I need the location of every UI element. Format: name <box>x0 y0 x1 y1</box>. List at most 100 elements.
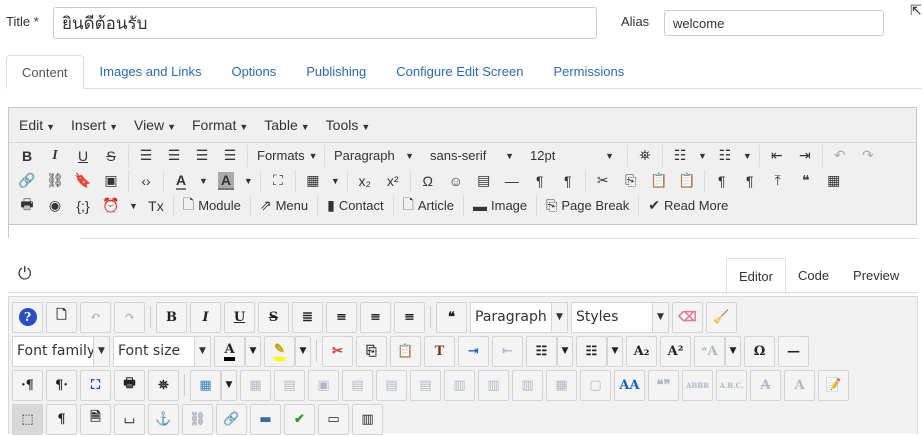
new-document-button[interactable]: 🗋 <box>46 301 77 333</box>
indent-button[interactable]: ⇥ <box>458 335 489 367</box>
font-family-select[interactable]: Font family ▼ <box>12 335 110 367</box>
align-right-button[interactable]: ≡ <box>394 301 425 333</box>
split-cells-button[interactable]: ▦ <box>546 369 577 401</box>
table-button[interactable]: ▦ <box>299 170 327 192</box>
rtl-button[interactable]: ¶ <box>554 170 582 192</box>
non-breaking-button[interactable]: ⌴ <box>114 403 145 435</box>
caret-down-icon[interactable]: ▼ <box>725 335 741 367</box>
superscript-button[interactable]: A² <box>660 335 691 367</box>
align-right-button[interactable]: ☰ <box>188 145 216 167</box>
contact-button[interactable]: ▮ Contact <box>321 195 390 217</box>
print-button[interactable]: 🖶 <box>114 369 145 401</box>
caret-down-icon[interactable]: ▼ <box>607 335 623 367</box>
paste-button[interactable]: 📋 <box>390 335 421 367</box>
outdent-button[interactable]: ⇤ <box>492 335 523 367</box>
bold-button[interactable]: B <box>156 301 187 333</box>
del-button[interactable]: A <box>750 369 781 401</box>
caret-down-icon[interactable]: ▼ <box>199 176 208 186</box>
ins-button[interactable]: A <box>784 369 815 401</box>
help-button[interactable]: ? <box>12 301 43 333</box>
horizontal-rule-button[interactable]: — <box>778 335 809 367</box>
caret-down-icon[interactable]: ▼ <box>221 369 237 401</box>
menu-tools[interactable]: Tools ▼ <box>318 117 379 133</box>
undo-button[interactable]: ↶ <box>826 145 854 167</box>
outdent-button[interactable]: ⇤ <box>763 145 791 167</box>
tab-options[interactable]: Options <box>216 55 291 88</box>
editor-tab-editor[interactable]: Editor <box>726 258 786 293</box>
style-button[interactable]: AA <box>614 369 645 401</box>
change-case-button[interactable]: ᵃA <box>694 335 725 367</box>
blockquote-button[interactable]: ❝ <box>436 301 467 333</box>
visual-aid-button[interactable]: ⬚ <box>12 403 43 435</box>
12pt-select[interactable]: 12pt ▼ <box>524 145 624 167</box>
styles-select[interactable]: Styles ▼ <box>571 301 669 333</box>
editor-tab-preview[interactable]: Preview <box>841 258 911 293</box>
visual-chars-button[interactable]: ¶ <box>708 170 736 192</box>
article-button[interactable]: 🗋 Article <box>397 195 460 217</box>
subscript-button[interactable]: x₂ <box>351 170 379 192</box>
italic-button[interactable]: I <box>41 145 69 167</box>
sans-serif-select[interactable]: sans-serif ▼ <box>424 145 524 167</box>
row-props-button[interactable]: ▤ <box>274 369 305 401</box>
cut-button[interactable]: ✂ <box>589 170 617 192</box>
emoticons-button[interactable]: ☺ <box>442 170 470 192</box>
delete-row-button[interactable]: ▤ <box>410 369 441 401</box>
horizontal-rule-button[interactable]: — <box>498 170 526 192</box>
numbered-list-button[interactable]: ☷ <box>711 145 739 167</box>
unlink-button[interactable]: ⛓ <box>41 170 69 192</box>
acronym-button[interactable]: A.B.C. <box>716 369 747 401</box>
caret-down-icon[interactable]: ▼ <box>698 151 707 161</box>
cell-props-button[interactable]: ▣ <box>308 369 339 401</box>
link-button[interactable]: 🔗 <box>13 170 41 192</box>
anchor-button[interactable]: ⚓ <box>148 403 179 435</box>
paste-text-button[interactable]: 📋 <box>673 170 701 192</box>
underline-button[interactable]: U <box>224 301 255 333</box>
image-button[interactable]: ▬ <box>250 403 281 435</box>
visual-blocks-button[interactable]: ¶ <box>736 170 764 192</box>
italic-button[interactable]: I <box>190 301 221 333</box>
unlink-button[interactable]: ⛓ <box>182 403 213 435</box>
align-center-button[interactable]: ☰ <box>160 145 188 167</box>
tab-publishing[interactable]: Publishing <box>291 55 381 88</box>
special-character-button[interactable]: Ω <box>414 170 442 192</box>
preview-button[interactable]: ◉ <box>41 195 69 217</box>
abbr-button[interactable]: ABBR <box>682 369 713 401</box>
ltr-button[interactable]: ·¶ <box>12 369 43 401</box>
insert-row-after-button[interactable]: ▤ <box>376 369 407 401</box>
eraser-button[interactable]: ⌫ <box>672 301 703 333</box>
visual-chars-button[interactable]: ¶ <box>46 403 77 435</box>
link-button[interactable]: 🔗 <box>216 403 247 435</box>
paragraph-select[interactable]: Paragraph ▼ <box>328 145 424 167</box>
caret-down-icon[interactable]: ▼ <box>331 176 340 186</box>
read-more-button[interactable]: ✔ Read More <box>642 195 734 217</box>
copy-button[interactable]: ⎘ <box>356 335 387 367</box>
fullscreen-button[interactable]: ⛶ <box>264 170 292 192</box>
insert-col-before-button[interactable]: ▥ <box>444 369 475 401</box>
tab-images-and-links[interactable]: Images and Links <box>85 55 217 88</box>
find-button[interactable]: ⛯ <box>631 145 659 167</box>
formats-select[interactable]: Formats ▼ <box>251 145 321 167</box>
delete-col-button[interactable]: ▥ <box>512 369 543 401</box>
font-size-select[interactable]: Font size ▼ <box>113 335 211 367</box>
text-color-button[interactable]: A <box>167 170 195 192</box>
code-sample-button[interactable]: {;} <box>69 195 97 217</box>
fullscreen-button[interactable]: ⛶ <box>80 369 111 401</box>
date-time-button[interactable]: ⏰ <box>97 195 125 217</box>
ltr-button[interactable]: ¶ <box>526 170 554 192</box>
superscript-button[interactable]: x² <box>379 170 407 192</box>
tab-content[interactable]: Content <box>6 55 84 89</box>
upload-button[interactable]: ⤒ <box>764 170 792 192</box>
menu-table[interactable]: Table ▼ <box>256 117 317 133</box>
strikethrough-button[interactable]: S <box>258 301 289 333</box>
caret-down-icon[interactable]: ▼ <box>743 151 752 161</box>
editor-tab-code[interactable]: Code <box>786 258 841 293</box>
merge-cells-button[interactable]: ▢ <box>580 369 611 401</box>
bullet-list-button[interactable]: ☷ <box>666 145 694 167</box>
insert-row-before-button[interactable]: ▤ <box>342 369 373 401</box>
numbered-list-button[interactable]: ☷ <box>526 335 557 367</box>
font-color-button[interactable]: A <box>214 335 245 367</box>
insert-col-after-button[interactable]: ▥ <box>478 369 509 401</box>
menu-format[interactable]: Format ▼ <box>184 117 256 133</box>
redo-button[interactable]: ↷ <box>114 301 145 333</box>
caret-down-icon[interactable]: ▼ <box>129 201 138 211</box>
